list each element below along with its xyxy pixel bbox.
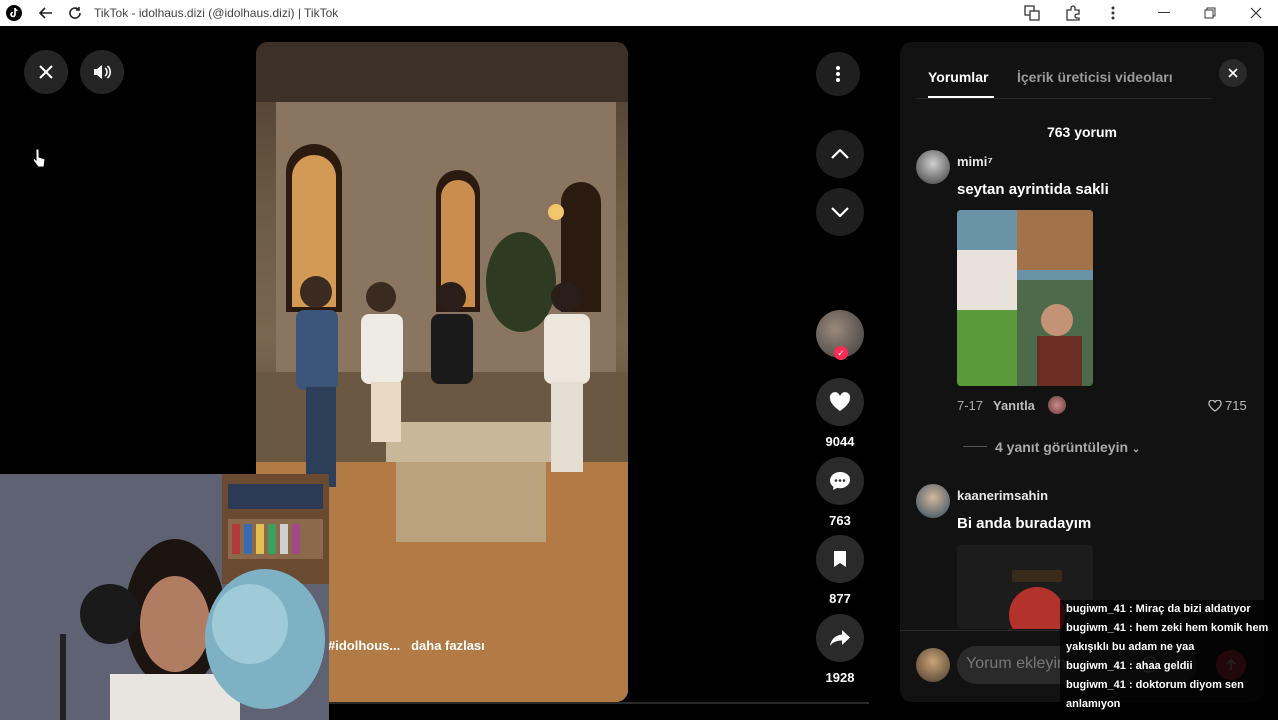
stream-chat-overlay: bugiwm_41 : Miraç da bizi aldatıyor bugi… xyxy=(1060,600,1278,714)
close-panel-button[interactable] xyxy=(1219,59,1247,87)
check-icon: ✓ xyxy=(834,346,848,360)
heart-icon xyxy=(829,392,851,411)
close-icon xyxy=(1228,68,1238,78)
like-action[interactable]: 9044 xyxy=(816,378,864,449)
video-options-button[interactable] xyxy=(816,52,860,96)
chat-message: bugiwm_41 : ahaa geldii xyxy=(1060,657,1278,676)
chat-message: bugiwm_41 : Miraç da bizi aldatıyor xyxy=(1060,600,1278,619)
close-video-button[interactable] xyxy=(24,50,68,94)
avatar[interactable] xyxy=(916,150,950,184)
comment-count: 763 xyxy=(829,513,851,528)
comment-gif-image xyxy=(957,210,1093,386)
reply-button[interactable]: Yanıtla xyxy=(993,398,1035,413)
reload-icon[interactable] xyxy=(65,3,85,23)
next-video-button[interactable] xyxy=(816,188,864,236)
restore-icon[interactable] xyxy=(1200,3,1220,23)
browser-title-bar: TikTok - idolhaus.dizi (@idolhaus.dizi) … xyxy=(0,0,1278,26)
translate-icon[interactable] xyxy=(1022,3,1042,23)
chat-message: bugiwm_41 : doktorum diyom sen anlamıyon xyxy=(1060,676,1278,714)
share-count: 1928 xyxy=(825,670,855,685)
tab-comments[interactable]: Yorumlar xyxy=(928,69,988,85)
replies-divider xyxy=(963,446,987,447)
share-icon xyxy=(830,630,850,646)
tab-creator-videos[interactable]: İçerik üreticisi videoları xyxy=(1017,69,1173,85)
previous-video-button[interactable] xyxy=(816,130,864,178)
creator-avatar[interactable]: ✓ xyxy=(816,310,864,360)
comment-text: seytan ayrintida sakli xyxy=(957,181,1109,198)
chevron-up-icon xyxy=(831,149,849,159)
volume-button[interactable] xyxy=(80,50,124,94)
caption-more-link[interactable]: daha fazlası xyxy=(411,638,485,653)
close-icon xyxy=(39,65,53,79)
comment-date: 7-17 xyxy=(957,398,984,413)
save-count: 877 xyxy=(829,591,851,606)
comment-like-count: 715 xyxy=(1225,398,1247,413)
avatar xyxy=(916,648,950,682)
like-button[interactable] xyxy=(816,378,864,426)
comment-username[interactable]: mimi⁷ xyxy=(957,154,993,169)
more-vertical-icon xyxy=(836,66,840,82)
video-caption[interactable]: #idolhous... daha fazlası xyxy=(328,638,485,653)
minimize-icon[interactable] xyxy=(1154,3,1174,23)
like-count: 9044 xyxy=(825,434,855,449)
comment-image[interactable] xyxy=(957,210,1093,386)
chevron-down-icon: ⌄ xyxy=(1131,444,1141,455)
webcam-overlay xyxy=(0,474,329,720)
heart-outline-icon xyxy=(1208,399,1222,412)
avatar[interactable] xyxy=(916,484,950,518)
comment-button[interactable] xyxy=(816,457,864,505)
tiktok-logo-icon xyxy=(4,3,24,23)
window-title: TikTok - idolhaus.dizi (@idolhaus.dizi) … xyxy=(94,6,339,20)
more-menu-icon[interactable] xyxy=(1103,3,1123,23)
caption-hashtag[interactable]: #idolhous... xyxy=(328,638,400,653)
share-button[interactable] xyxy=(816,614,864,662)
share-action[interactable]: 1928 xyxy=(816,614,864,685)
video-progress-bar[interactable] xyxy=(329,702,869,704)
tab-divider xyxy=(916,98,1212,99)
comment-username[interactable]: kaanerimsahin xyxy=(957,488,1048,503)
view-replies-label: 4 yanıt görüntüleyin xyxy=(995,439,1129,455)
chat-message: bugiwm_41 : hem zeki hem komik hem yakış… xyxy=(1060,619,1278,657)
webcam-feed-image xyxy=(0,474,329,720)
chevron-down-icon xyxy=(831,207,849,217)
bookmark-icon xyxy=(834,551,846,567)
comment-icon xyxy=(830,472,850,490)
mouse-cursor-icon xyxy=(32,148,46,173)
comment-action[interactable]: 763 xyxy=(816,457,864,528)
close-window-icon[interactable] xyxy=(1246,3,1266,23)
comment-text: Bi anda buradayım xyxy=(957,515,1092,532)
save-action[interactable]: 877 xyxy=(816,535,864,606)
extensions-icon[interactable] xyxy=(1063,3,1083,23)
comment-like-button[interactable]: 715 xyxy=(1208,398,1247,413)
view-replies-link[interactable]: 4 yanıt görüntüleyin ⌄ xyxy=(995,439,1140,455)
save-button[interactable] xyxy=(816,535,864,583)
back-icon[interactable] xyxy=(36,3,56,23)
creator-liked-avatar xyxy=(1048,396,1066,414)
volume-icon xyxy=(94,65,112,79)
comment-count-label: 763 yorum xyxy=(1046,124,1118,140)
